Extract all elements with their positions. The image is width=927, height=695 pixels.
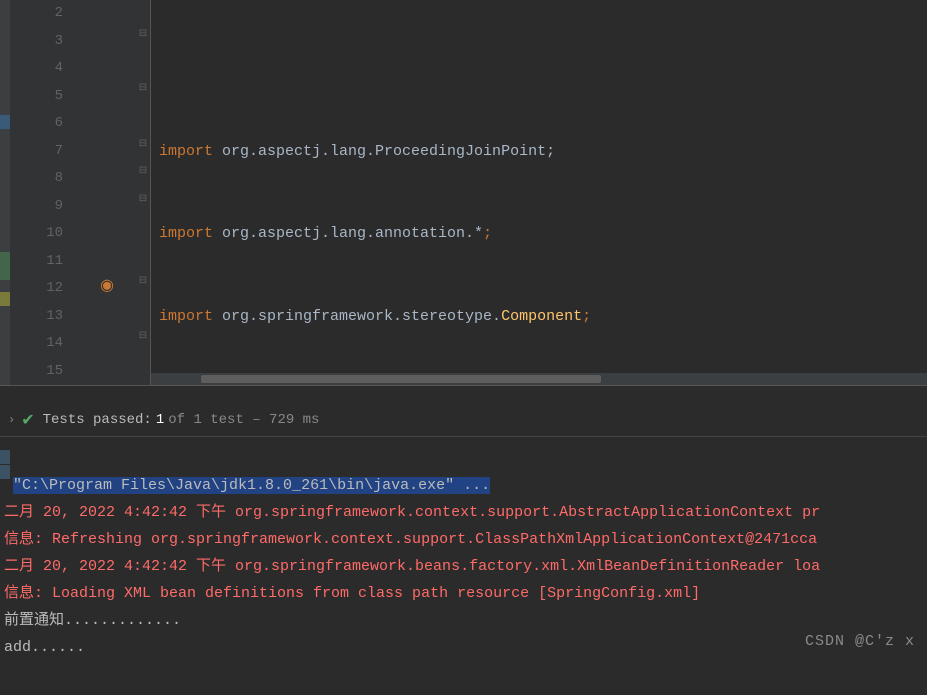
console-line: 信息: Refreshing org.springframework.conte… xyxy=(4,531,817,548)
fold-icon[interactable]: ⊟ xyxy=(138,193,148,205)
marker xyxy=(0,252,10,266)
console-line: "C:\Program Files\Java\jdk1.8.0_261\bin\… xyxy=(13,477,490,494)
code-line: import org.aspectj.lang.ProceedingJoinPo… xyxy=(151,138,927,166)
line-number: 10 xyxy=(10,220,63,248)
line-number: 6 xyxy=(10,110,63,138)
check-icon: ✔ xyxy=(21,410,34,430)
fold-icon[interactable]: ⊟ xyxy=(138,138,148,150)
console-line: 二月 20, 2022 4:42:42 下午 org.springframewo… xyxy=(4,504,820,521)
console-line: 二月 20, 2022 4:42:42 下午 org.springframewo… xyxy=(4,558,820,575)
code-editor[interactable]: import org.aspectj.lang.ProceedingJoinPo… xyxy=(150,0,927,385)
line-gutter: 2 3 4 5 6 7 8 9 10 11 12 13 14 15 xyxy=(10,0,75,385)
code-line xyxy=(151,55,927,83)
left-tab-strip xyxy=(0,450,10,480)
code-line: import org.aspectj.lang.annotation.*; xyxy=(151,220,927,248)
line-number: 13 xyxy=(10,303,63,331)
fold-icon[interactable]: ⊟ xyxy=(138,165,148,177)
fold-icon[interactable]: ⊟ xyxy=(138,28,148,40)
watermark: CSDN @C'z x xyxy=(805,633,915,650)
line-number: 5 xyxy=(10,83,63,111)
marker-strip xyxy=(0,0,10,385)
side-tab[interactable] xyxy=(0,450,10,464)
console-output[interactable]: "C:\Program Files\Java\jdk1.8.0_261\bin\… xyxy=(0,437,927,695)
line-number: 14 xyxy=(10,330,63,358)
line-number: 7 xyxy=(10,138,63,166)
tests-passed-label: Tests passed: xyxy=(43,412,152,428)
console-line: 前置通知............. xyxy=(4,612,181,629)
line-number: 8 xyxy=(10,165,63,193)
line-number: 3 xyxy=(10,28,63,56)
line-number: 9 xyxy=(10,193,63,221)
fold-icon[interactable]: ⊟ xyxy=(138,82,148,94)
chevron-right-icon[interactable]: › xyxy=(8,413,15,427)
tests-passed-count: 1 xyxy=(156,412,164,428)
console-line: 信息: Loading XML bean definitions from cl… xyxy=(4,585,700,602)
line-number: 12 xyxy=(10,275,63,303)
marker xyxy=(0,266,10,280)
horizontal-scrollbar[interactable] xyxy=(151,373,927,385)
fold-icon[interactable]: ⊟ xyxy=(138,275,148,287)
annotation-gutter: ◉ ⊟ ⊟ ⊟ ⊟ ⊟ ⊟ ⊟ xyxy=(75,0,150,385)
editor-pane: 2 3 4 5 6 7 8 9 10 11 12 13 14 15 ◉ ⊟ ⊟ … xyxy=(0,0,927,385)
test-status-bar: › ✔ Tests passed: 1 of 1 test – 729 ms xyxy=(0,404,927,437)
console-line: add...... xyxy=(4,639,85,656)
line-number: 11 xyxy=(10,248,63,276)
scrollbar-thumb[interactable] xyxy=(201,375,601,383)
side-tab[interactable] xyxy=(0,465,10,479)
marker xyxy=(0,115,10,129)
fold-icon[interactable]: ⊟ xyxy=(138,330,148,342)
code-line: import org.springframework.stereotype.Co… xyxy=(151,303,927,331)
tests-passed-suffix: of 1 test – 729 ms xyxy=(168,412,319,428)
marker xyxy=(0,292,10,306)
line-number: 4 xyxy=(10,55,63,83)
line-number: 2 xyxy=(10,0,63,28)
gutter-icon[interactable]: ◉ xyxy=(100,275,114,295)
line-number: 15 xyxy=(10,358,63,386)
test-results-panel: › ✔ Tests passed: 1 of 1 test – 729 ms "… xyxy=(0,385,927,695)
